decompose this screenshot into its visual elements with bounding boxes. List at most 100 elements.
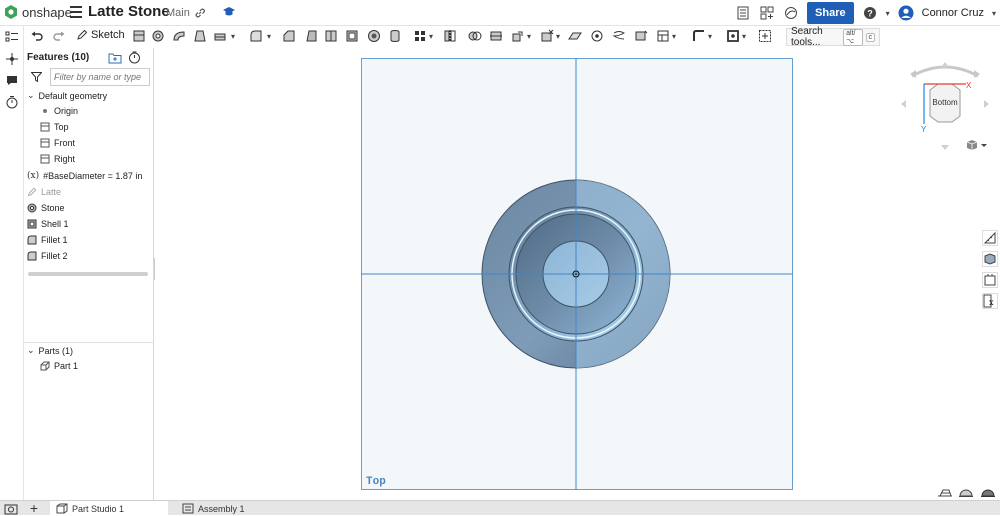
add-folder-icon[interactable] bbox=[108, 52, 122, 64]
avatar[interactable] bbox=[898, 5, 914, 21]
sketch-button[interactable]: Sketch bbox=[76, 29, 125, 41]
hole-icon[interactable] bbox=[367, 29, 381, 43]
add-tab-button[interactable]: + bbox=[24, 501, 44, 516]
revolve-icon[interactable] bbox=[151, 29, 165, 43]
tree-item-fillet-2[interactable]: Fillet 2 bbox=[27, 251, 68, 261]
fillet-menu-chevron-icon[interactable]: ▾ bbox=[267, 32, 271, 41]
insert-icon[interactable] bbox=[5, 52, 19, 66]
split-icon[interactable] bbox=[489, 29, 503, 43]
tree-item-variable[interactable]: (x) #BaseDiameter = 1.87 in bbox=[27, 171, 142, 181]
comments-icon[interactable] bbox=[5, 73, 19, 87]
help-menu-chevron-icon[interactable]: ▾ bbox=[886, 9, 890, 18]
filter-icon[interactable] bbox=[31, 72, 42, 82]
tree-item-fillet-1[interactable]: Fillet 1 bbox=[27, 235, 68, 245]
view-options-icon[interactable] bbox=[966, 139, 988, 151]
model-view[interactable] bbox=[361, 58, 793, 490]
parts-header-label: Parts (1) bbox=[38, 345, 74, 356]
share-button[interactable]: Share bbox=[807, 2, 854, 24]
variable-table-icon[interactable]: x bbox=[982, 293, 998, 309]
versions-icon[interactable] bbox=[735, 5, 751, 21]
feature-list-scrollbar[interactable] bbox=[28, 272, 148, 276]
tree-item-stone[interactable]: Stone bbox=[27, 203, 65, 213]
section-view-icon[interactable] bbox=[937, 486, 953, 498]
rotate-down-arrow-icon[interactable] bbox=[941, 145, 949, 150]
tab-assembly-1[interactable]: Assembly 1 bbox=[176, 501, 296, 516]
add-custom-feature-icon[interactable] bbox=[758, 29, 772, 43]
user-name[interactable]: Connor Cruz bbox=[922, 7, 984, 19]
draft-icon[interactable] bbox=[304, 29, 318, 43]
branch-name[interactable]: Main bbox=[166, 7, 190, 19]
render-studio-icon[interactable] bbox=[783, 5, 799, 21]
tab-manager-icon[interactable] bbox=[4, 503, 18, 515]
view-cube-ring[interactable] bbox=[910, 65, 980, 78]
undo-icon[interactable] bbox=[30, 29, 44, 43]
measure-tool-icon[interactable] bbox=[982, 230, 998, 246]
layout-menu-chevron-icon[interactable]: ▾ bbox=[672, 32, 676, 41]
rotate-right-arrow-icon[interactable] bbox=[984, 100, 989, 108]
pattern-menu-chevron-icon[interactable]: ▾ bbox=[429, 32, 433, 41]
offset-surface-icon[interactable] bbox=[634, 29, 648, 43]
graphics-viewport[interactable]: Top bbox=[155, 48, 978, 500]
pattern-icon[interactable] bbox=[413, 29, 427, 43]
rotate-up-arrow-icon[interactable] bbox=[941, 62, 949, 67]
tab-part-studio-1[interactable]: Part Studio 1 bbox=[50, 501, 168, 516]
plane-tool-icon[interactable] bbox=[568, 29, 582, 43]
tree-item-shell-1[interactable]: Shell 1 bbox=[27, 219, 69, 229]
tree-item-latte-sketch[interactable]: Latte bbox=[27, 187, 61, 197]
fillet-icon[interactable] bbox=[249, 29, 263, 43]
parts-header[interactable]: ⌄ Parts (1) bbox=[27, 345, 73, 356]
loft-icon[interactable] bbox=[193, 29, 207, 43]
extrude-icon[interactable] bbox=[132, 29, 146, 43]
chamfer-icon[interactable] bbox=[282, 29, 296, 43]
sheet-metal-icon[interactable] bbox=[692, 29, 706, 43]
main-menu-icon[interactable] bbox=[70, 6, 82, 18]
sweep-icon[interactable] bbox=[172, 29, 186, 43]
frame-icon[interactable] bbox=[726, 29, 740, 43]
transform-icon[interactable] bbox=[511, 29, 525, 43]
filter-row bbox=[28, 68, 150, 86]
history-timer-icon[interactable] bbox=[5, 95, 19, 109]
tree-item-top[interactable]: Top bbox=[40, 122, 69, 132]
frame-menu-chevron-icon[interactable]: ▾ bbox=[742, 32, 746, 41]
mate-connector-icon[interactable] bbox=[590, 29, 604, 43]
delete-part-icon[interactable] bbox=[540, 29, 554, 43]
tree-item-right[interactable]: Right bbox=[40, 154, 75, 164]
mass-properties-icon[interactable] bbox=[982, 272, 998, 288]
tab-label: Part Studio 1 bbox=[72, 503, 125, 514]
tree-item-front[interactable]: Front bbox=[40, 138, 75, 148]
toolbar: Sketch ▾ ▾ ▾ ▾ ▾ ▾ ▾ ▾ Search tools... a… bbox=[24, 26, 1000, 48]
boolean-icon[interactable] bbox=[468, 29, 482, 43]
chevron-down-icon[interactable]: ⌄ bbox=[27, 90, 35, 101]
delete-menu-chevron-icon[interactable]: ▾ bbox=[556, 32, 560, 41]
brand[interactable]: onshape bbox=[4, 4, 72, 20]
display-states-icon[interactable] bbox=[980, 486, 996, 498]
chevron-down-icon[interactable]: ⌄ bbox=[27, 345, 35, 356]
rollback-timer-icon[interactable] bbox=[128, 51, 141, 64]
cylinder-icon[interactable] bbox=[388, 29, 402, 43]
feature-list-icon[interactable] bbox=[5, 30, 19, 44]
transform-menu-chevron-icon[interactable]: ▾ bbox=[527, 32, 531, 41]
help-icon[interactable]: ? bbox=[862, 5, 878, 21]
layout-icon[interactable] bbox=[656, 29, 670, 43]
sheet-metal-menu-chevron-icon[interactable]: ▾ bbox=[708, 32, 712, 41]
rotate-left-arrow-icon[interactable] bbox=[901, 100, 906, 108]
user-menu-chevron-icon[interactable]: ▾ bbox=[992, 9, 996, 18]
redo-icon[interactable] bbox=[52, 29, 66, 43]
search-tools-button[interactable]: Search tools... alt/⌥ c bbox=[786, 26, 880, 48]
part-list-item[interactable]: Part 1 bbox=[40, 361, 78, 371]
app-store-icon[interactable] bbox=[759, 5, 775, 21]
helix-icon[interactable] bbox=[612, 29, 626, 43]
thicken-icon[interactable] bbox=[213, 29, 227, 43]
mirror-icon[interactable] bbox=[443, 29, 457, 43]
document-title[interactable]: Latte Stone bbox=[88, 3, 170, 20]
shell-icon[interactable] bbox=[345, 29, 359, 43]
render-mode-icon[interactable] bbox=[958, 486, 974, 498]
link-icon[interactable] bbox=[194, 7, 206, 19]
appearance-panel-icon[interactable] bbox=[982, 251, 998, 267]
learning-center-icon[interactable] bbox=[222, 6, 236, 18]
thicken-menu-chevron-icon[interactable]: ▾ bbox=[231, 32, 235, 41]
tree-item-default-geometry[interactable]: ⌄ Default geometry bbox=[27, 90, 107, 101]
tree-item-origin[interactable]: Origin bbox=[40, 106, 78, 116]
filter-input[interactable] bbox=[50, 68, 150, 86]
rib-icon[interactable] bbox=[324, 29, 338, 43]
